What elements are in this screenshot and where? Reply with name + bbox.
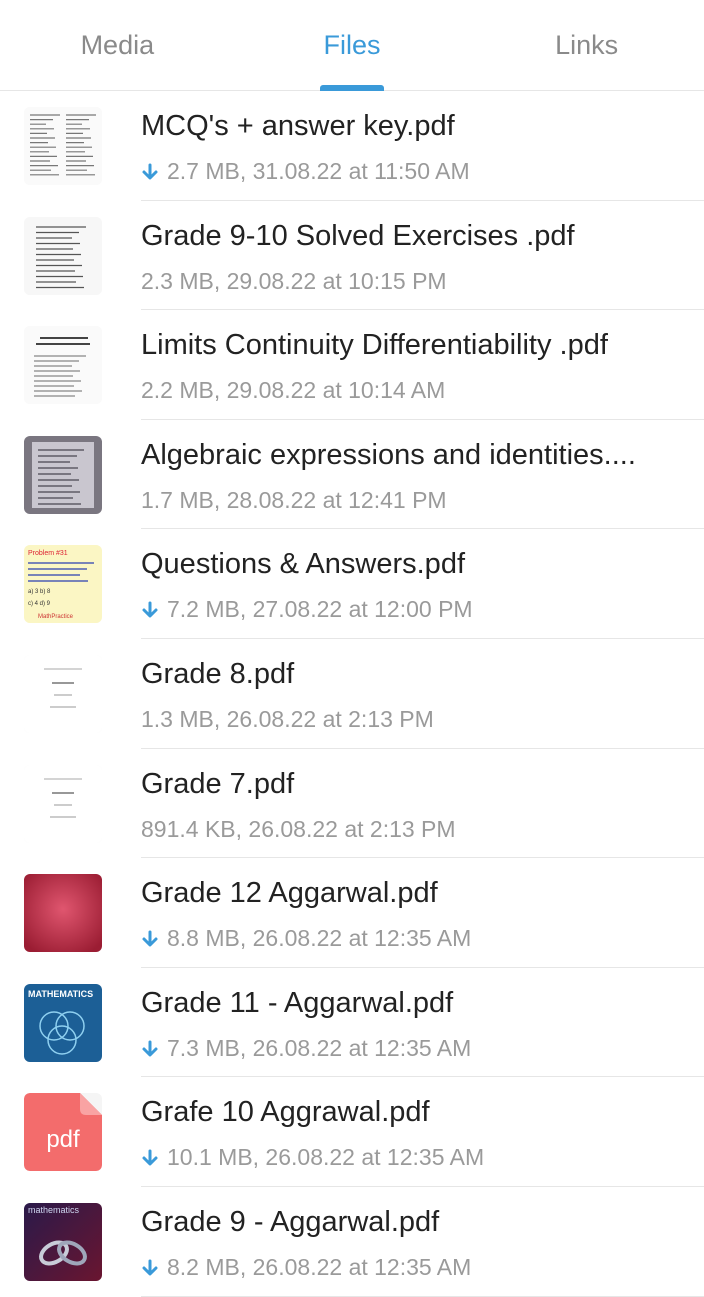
tab-links[interactable]: Links bbox=[469, 0, 704, 90]
svg-text:Problem #31: Problem #31 bbox=[28, 550, 68, 557]
file-meta: 2.2 MB, 29.08.22 at 10:14 AM bbox=[141, 376, 680, 404]
file-row[interactable]: Limits Continuity Differentiability .pdf… bbox=[0, 310, 704, 420]
file-text: Grade 7.pdf 891.4 KB, 26.08.22 at 2:13 P… bbox=[141, 767, 680, 843]
file-thumbnail[interactable] bbox=[24, 874, 102, 953]
svg-text:pdf: pdf bbox=[46, 1126, 80, 1153]
file-thumbnail[interactable] bbox=[24, 216, 102, 295]
file-meta: 891.4 KB, 26.08.22 at 2:13 PM bbox=[141, 815, 680, 843]
file-name: Limits Continuity Differentiability .pdf bbox=[141, 329, 608, 362]
file-row[interactable]: pdf Grafe 10 Aggrawal.pdf 10.1 MB, 26.08… bbox=[0, 1077, 704, 1187]
file-row[interactable]: MCQ's + answer key.pdf 2.7 MB, 31.08.22 … bbox=[0, 91, 704, 201]
file-meta: 8.8 MB, 26.08.22 at 12:35 AM bbox=[141, 924, 680, 952]
file-thumbnail[interactable]: Problem #31 a) 3 b) 8 c) 4 d) 9 MathPractic… bbox=[24, 545, 102, 624]
tab-files[interactable]: Files bbox=[235, 0, 470, 91]
file-size-date: 10.1 MB, 26.08.22 at 12:35 AM bbox=[167, 1144, 485, 1171]
file-size-date: 1.3 MB, 26.08.22 at 2:13 PM bbox=[141, 705, 434, 732]
download-arrow-icon[interactable] bbox=[141, 1257, 159, 1277]
tab-bar: Media Files Links bbox=[0, 0, 704, 91]
file-size-date: 2.2 MB, 29.08.22 at 10:14 AM bbox=[141, 377, 446, 404]
download-arrow-icon[interactable] bbox=[141, 161, 159, 181]
file-thumbnail[interactable]: mathematics bbox=[24, 1202, 102, 1281]
svg-text:mathematics: mathematics bbox=[28, 1205, 80, 1215]
svg-text:c) 4 d) 9: c) 4 d) 9 bbox=[28, 601, 51, 607]
file-text: Grade 12 Aggarwal.pdf 8.8 MB, 26.08.22 a… bbox=[141, 876, 680, 952]
file-name: Grade 9 - Aggarwal.pdf bbox=[141, 1205, 440, 1238]
svg-text:a) 3 b) 8: a) 3 b) 8 bbox=[28, 589, 51, 595]
file-meta: 2.7 MB, 31.08.22 at 11:50 AM bbox=[141, 157, 680, 185]
file-size-date: 1.7 MB, 28.08.22 at 12:41 PM bbox=[141, 486, 447, 513]
file-text: Grade 8.pdf 1.3 MB, 26.08.22 at 2:13 PM bbox=[141, 657, 680, 733]
file-meta: 10.1 MB, 26.08.22 at 12:35 AM bbox=[141, 1143, 680, 1171]
file-name: Questions & Answers.pdf bbox=[141, 548, 465, 581]
file-size-date: 2.3 MB, 29.08.22 at 10:15 PM bbox=[141, 267, 447, 294]
tab-media[interactable]: Media bbox=[0, 0, 235, 90]
file-row[interactable]: Grade 9-10 Solved Exercises .pdf 2.3 MB,… bbox=[0, 201, 704, 311]
file-thumbnail[interactable] bbox=[24, 326, 102, 405]
file-text: Grade 9-10 Solved Exercises .pdf 2.3 MB,… bbox=[141, 219, 680, 295]
download-arrow-icon[interactable] bbox=[141, 1038, 159, 1058]
file-row[interactable]: MATHEMATICS Grade 11 - Aggarwal.pdf 7.3 … bbox=[0, 968, 704, 1078]
file-meta: 8.2 MB, 26.08.22 at 12:35 AM bbox=[141, 1253, 680, 1281]
file-name: Grade 11 - Aggarwal.pdf bbox=[141, 986, 454, 1019]
file-name: Grade 7.pdf bbox=[141, 767, 295, 800]
file-text: Questions & Answers.pdf 7.2 MB, 27.08.22… bbox=[141, 547, 680, 623]
file-row[interactable]: mathematics Grade 9 - Aggarwal.pdf 8.2 M… bbox=[0, 1187, 704, 1297]
svg-text:MATHEMATICS: MATHEMATICS bbox=[28, 989, 93, 999]
file-thumbnail[interactable] bbox=[24, 107, 102, 185]
file-text: Grade 11 - Aggarwal.pdf 7.3 MB, 26.08.22… bbox=[141, 986, 680, 1062]
tab-media-label: Media bbox=[80, 30, 155, 60]
file-meta: 1.7 MB, 28.08.22 at 12:41 PM bbox=[141, 486, 680, 514]
file-meta: 1.3 MB, 26.08.22 at 2:13 PM bbox=[141, 705, 680, 733]
file-row[interactable]: Algebraic expressions and identities....… bbox=[0, 420, 704, 530]
file-row[interactable]: Grade 7.pdf 891.4 KB, 26.08.22 at 2:13 P… bbox=[0, 749, 704, 859]
file-thumbnail[interactable] bbox=[24, 654, 102, 733]
file-thumbnail[interactable] bbox=[24, 764, 102, 843]
file-size-date: 7.2 MB, 27.08.22 at 12:00 PM bbox=[167, 596, 473, 623]
file-list: MCQ's + answer key.pdf 2.7 MB, 31.08.22 … bbox=[0, 91, 704, 1297]
file-name: Grade 8.pdf bbox=[141, 657, 295, 690]
file-size-date: 8.2 MB, 26.08.22 at 12:35 AM bbox=[167, 1253, 472, 1280]
file-meta: 7.3 MB, 26.08.22 at 12:35 AM bbox=[141, 1034, 680, 1062]
svg-text:MathPractice: MathPractice bbox=[38, 614, 74, 620]
file-thumbnail[interactable]: pdf bbox=[24, 1093, 102, 1172]
file-name: Algebraic expressions and identities.... bbox=[141, 438, 636, 471]
file-meta: 2.3 MB, 29.08.22 at 10:15 PM bbox=[141, 267, 680, 295]
file-name: Grade 9-10 Solved Exercises .pdf bbox=[141, 219, 575, 252]
file-thumbnail[interactable]: MATHEMATICS bbox=[24, 983, 102, 1062]
file-name: MCQ's + answer key.pdf bbox=[141, 110, 455, 142]
tab-links-label: Links bbox=[555, 30, 619, 60]
download-arrow-icon[interactable] bbox=[141, 1147, 159, 1167]
file-size-date: 891.4 KB, 26.08.22 at 2:13 PM bbox=[141, 815, 456, 842]
download-arrow-icon[interactable] bbox=[141, 599, 159, 619]
file-text: Grafe 10 Aggrawal.pdf 10.1 MB, 26.08.22 … bbox=[141, 1095, 680, 1171]
file-meta: 7.2 MB, 27.08.22 at 12:00 PM bbox=[141, 595, 680, 623]
file-name: Grade 12 Aggarwal.pdf bbox=[141, 877, 438, 910]
row-divider bbox=[141, 1295, 704, 1297]
file-size-date: 7.3 MB, 26.08.22 at 12:35 AM bbox=[167, 1034, 472, 1061]
file-size-date: 8.8 MB, 26.08.22 at 12:35 AM bbox=[167, 925, 472, 952]
file-thumbnail[interactable] bbox=[24, 435, 102, 514]
file-size-date: 2.7 MB, 31.08.22 at 11:50 AM bbox=[167, 158, 470, 184]
file-row[interactable]: Grade 8.pdf 1.3 MB, 26.08.22 at 2:13 PM bbox=[0, 639, 704, 749]
file-row[interactable]: Problem #31 a) 3 b) 8 c) 4 d) 9 MathPractic… bbox=[0, 529, 704, 639]
download-arrow-icon[interactable] bbox=[141, 928, 159, 948]
file-text: Limits Continuity Differentiability .pdf… bbox=[141, 328, 680, 404]
file-name: Grafe 10 Aggrawal.pdf bbox=[141, 1096, 430, 1129]
file-text: Grade 9 - Aggarwal.pdf 8.2 MB, 26.08.22 … bbox=[141, 1205, 680, 1281]
file-text: MCQ's + answer key.pdf 2.7 MB, 31.08.22 … bbox=[141, 109, 680, 185]
file-text: Algebraic expressions and identities....… bbox=[141, 438, 680, 514]
file-row[interactable]: Grade 12 Aggarwal.pdf 8.8 MB, 26.08.22 a… bbox=[0, 858, 704, 968]
tab-files-label: Files bbox=[323, 30, 381, 60]
